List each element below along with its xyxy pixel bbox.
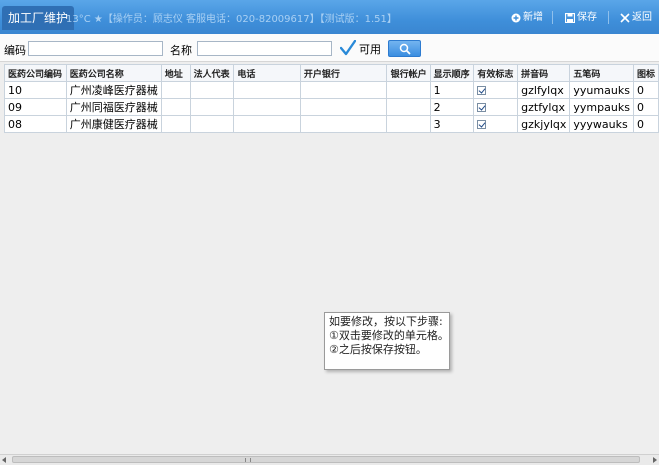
cell-phone[interactable] — [233, 81, 301, 99]
cell-legal-rep[interactable] — [189, 98, 235, 116]
cell-address[interactable] — [160, 98, 191, 116]
column-header[interactable]: 图标 — [632, 64, 659, 82]
back-button-label: 返回 — [632, 12, 652, 23]
new-button-label: 新增 — [523, 12, 543, 23]
help-tooltip: 如要修改，按以下步骤: ①双击要修改的单元格。 ②之后按保存按钮。 — [324, 312, 450, 370]
search-bar: 编码 名称 可用 — [0, 34, 659, 62]
cell-pinyin[interactable]: gzkjylqx — [517, 115, 571, 133]
cell-icon[interactable]: 0 — [632, 98, 659, 116]
cell-icon[interactable]: 0 — [632, 81, 659, 99]
valid-checkbox[interactable] — [477, 103, 487, 112]
cell-pinyin[interactable]: gzlfylqx — [517, 81, 571, 99]
table-row[interactable]: 09 广州同福医疗器械 2 gztfylqx yympauks 0 — [4, 98, 659, 116]
scroll-right-icon[interactable] — [653, 457, 657, 463]
tooltip-line: ②之后按保存按钮。 — [329, 343, 427, 356]
cell-address[interactable] — [160, 81, 191, 99]
close-icon — [620, 13, 630, 23]
scrollbar-thumb[interactable] — [12, 456, 640, 463]
cell-pinyin[interactable]: gztfylqx — [517, 98, 571, 116]
cell-valid[interactable] — [473, 81, 519, 99]
grip-icon — [245, 458, 251, 462]
cell-valid[interactable] — [473, 115, 519, 133]
toolbar-divider — [552, 11, 553, 24]
save-button[interactable]: 保存 — [564, 10, 597, 26]
cell-code[interactable]: 10 — [4, 81, 67, 99]
cell-icon[interactable]: 0 — [632, 115, 659, 133]
code-label: 编码 — [4, 44, 26, 57]
tooltip-line: 如要修改，按以下步骤: — [329, 315, 443, 328]
cell-bank[interactable] — [299, 81, 387, 99]
available-checkbox[interactable] — [340, 40, 356, 56]
title-bar: 加工厂维护 13°C ★【操作员：顾志仪 客服电话：020-82009617】【… — [0, 0, 659, 34]
table-row[interactable]: 08 广州康健医疗器械 3 gzkjylqx yyywauks 0 — [4, 115, 659, 133]
cell-order[interactable]: 2 — [429, 98, 475, 116]
column-header[interactable]: 法人代表 — [189, 64, 235, 82]
cell-name[interactable]: 广州同福医疗器械 — [65, 98, 162, 116]
data-grid-area: 医药公司编码 医药公司名称 地址 法人代表 电话 开户银行 银行帐户 显示顺序 … — [0, 62, 659, 454]
save-button-label: 保存 — [577, 12, 597, 23]
column-header[interactable]: 医药公司编码 — [4, 64, 67, 82]
table-row[interactable]: 10 广州凌峰医疗器械 1 gzlfylqx yyumauks 0 — [4, 81, 659, 99]
data-grid: 医药公司编码 医药公司名称 地址 法人代表 电话 开户银行 银行帐户 显示顺序 … — [4, 64, 659, 133]
valid-checkbox[interactable] — [477, 86, 487, 95]
cell-wubi[interactable]: yyumauks — [569, 81, 634, 99]
cell-wubi[interactable]: yympauks — [569, 98, 634, 116]
cell-code[interactable]: 09 — [4, 98, 67, 116]
toolbar-divider — [608, 11, 609, 24]
column-header[interactable]: 有效标志 — [473, 64, 519, 82]
horizontal-scrollbar[interactable] — [0, 454, 659, 465]
cell-code[interactable]: 08 — [4, 115, 67, 133]
plus-circle-icon — [511, 13, 521, 23]
back-button[interactable]: 返回 — [620, 10, 652, 26]
cell-phone[interactable] — [233, 115, 301, 133]
name-label: 名称 — [170, 44, 192, 57]
floppy-icon — [564, 12, 576, 24]
column-header[interactable]: 显示顺序 — [429, 64, 475, 82]
new-button[interactable]: 新增 — [511, 10, 543, 26]
column-header[interactable]: 开户银行 — [299, 64, 387, 82]
code-input[interactable] — [28, 41, 163, 56]
column-header[interactable]: 银行帐户 — [385, 64, 431, 82]
cell-account[interactable] — [385, 81, 431, 99]
cell-account[interactable] — [385, 98, 431, 116]
name-input[interactable] — [197, 41, 332, 56]
grid-header-row: 医药公司编码 医药公司名称 地址 法人代表 电话 开户银行 银行帐户 显示顺序 … — [4, 64, 659, 82]
available-label: 可用 — [359, 43, 381, 56]
window-tab[interactable]: 加工厂维护 — [2, 6, 75, 30]
cell-address[interactable] — [160, 115, 191, 133]
status-info: 13°C ★【操作员：顾志仪 客服电话：020-82009617】【测试版：1.… — [66, 14, 397, 25]
cell-name[interactable]: 广州凌峰医疗器械 — [65, 81, 162, 99]
cell-name[interactable]: 广州康健医疗器械 — [65, 115, 162, 133]
cell-order[interactable]: 3 — [429, 115, 475, 133]
valid-checkbox[interactable] — [477, 120, 487, 129]
search-button[interactable] — [388, 40, 421, 57]
cell-valid[interactable] — [473, 98, 519, 116]
column-header[interactable]: 地址 — [160, 64, 191, 82]
cell-bank[interactable] — [299, 115, 387, 133]
column-header[interactable]: 拼音码 — [517, 64, 571, 82]
cell-legal-rep[interactable] — [189, 81, 235, 99]
cell-legal-rep[interactable] — [189, 115, 235, 133]
scroll-left-icon[interactable] — [2, 457, 6, 463]
cell-order[interactable]: 1 — [429, 81, 475, 99]
tooltip-line: ①双击要修改的单元格。 — [329, 329, 449, 342]
cell-account[interactable] — [385, 115, 431, 133]
search-icon — [399, 43, 411, 55]
cell-phone[interactable] — [233, 98, 301, 116]
column-header[interactable]: 五笔码 — [569, 64, 634, 82]
cell-wubi[interactable]: yyywauks — [569, 115, 634, 133]
cell-bank[interactable] — [299, 98, 387, 116]
column-header[interactable]: 电话 — [233, 64, 301, 82]
column-header[interactable]: 医药公司名称 — [65, 64, 162, 82]
